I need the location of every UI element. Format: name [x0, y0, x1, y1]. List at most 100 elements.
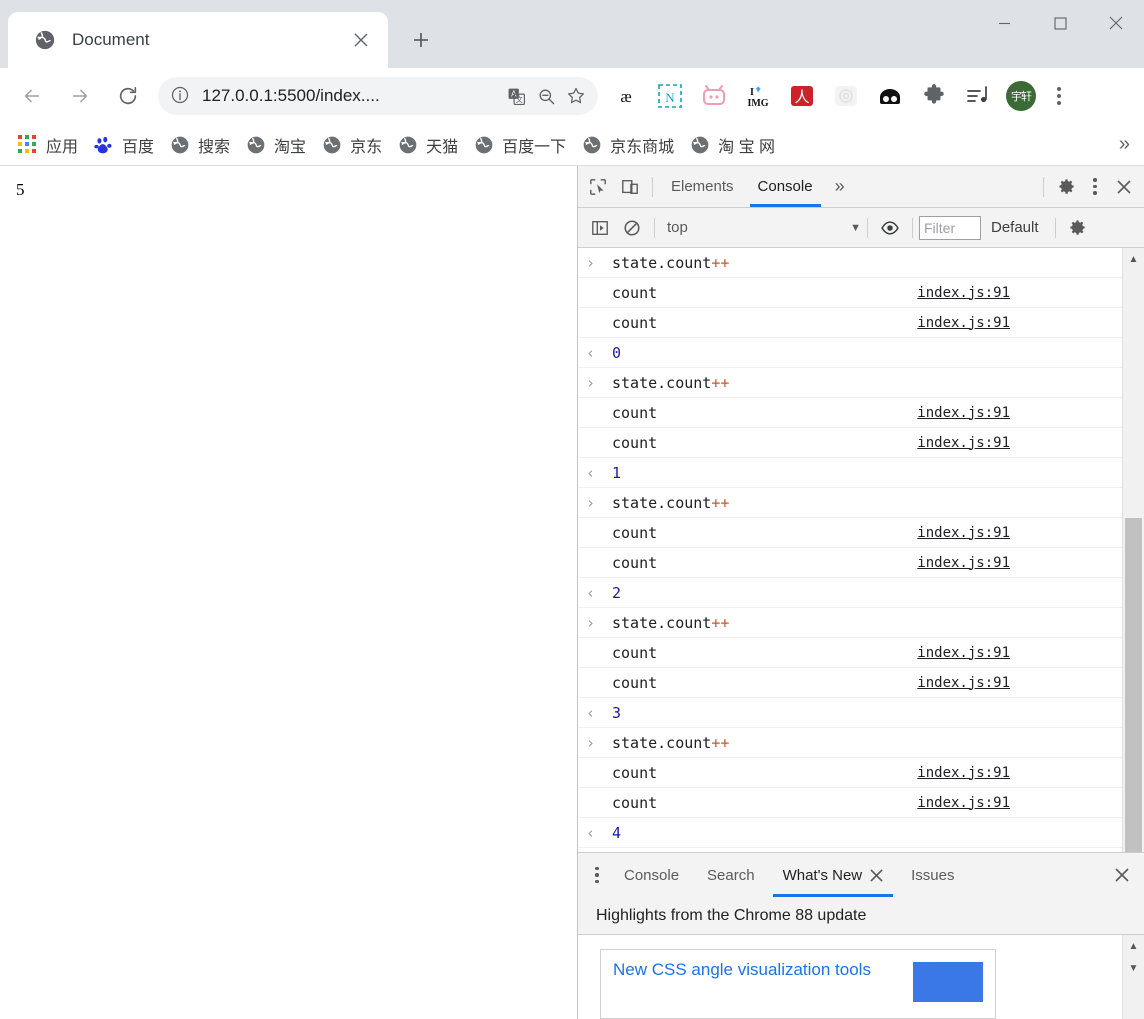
console-row-result[interactable]: ‹ 3 — [578, 698, 1122, 728]
console-row-log[interactable]: count index.js:91 — [578, 308, 1122, 338]
bookmark-item-taobao[interactable]: 淘宝 — [238, 129, 314, 161]
reload-icon[interactable] — [108, 76, 148, 116]
music-list-extension-icon[interactable] — [961, 79, 995, 113]
bookmark-item-taobao-net[interactable]: 淘 宝 网 — [682, 129, 783, 161]
bookmark-item-tmall[interactable]: 天猫 — [390, 129, 466, 161]
console-filter-input[interactable]: Filter — [919, 215, 981, 240]
console-row-log[interactable]: count index.js:91 — [578, 788, 1122, 818]
console-source-link[interactable]: index.js:91 — [917, 555, 1010, 571]
inspect-element-icon[interactable] — [582, 171, 614, 203]
bookmark-item-baidu[interactable]: 百度 — [86, 129, 162, 161]
address-bar[interactable]: 127.0.0.1:5500/index.... A 文 — [158, 77, 598, 115]
extensions-puzzle-icon[interactable] — [917, 79, 951, 113]
console-source-link[interactable]: index.js:91 — [917, 315, 1010, 331]
gear-icon[interactable] — [1062, 212, 1094, 244]
clear-console-icon[interactable] — [616, 212, 648, 244]
console-row-prompt[interactable]: › — [578, 848, 1122, 852]
console-row-log[interactable]: count index.js:91 — [578, 758, 1122, 788]
back-icon[interactable] — [12, 76, 52, 116]
console-row-input[interactable]: › state.count++ — [578, 728, 1122, 758]
drawer-scrollbar[interactable]: ▲ ▼ — [1122, 935, 1144, 1019]
console-source-link[interactable]: index.js:91 — [917, 435, 1010, 451]
console-source-link[interactable]: index.js:91 — [917, 405, 1010, 421]
console-row-result[interactable]: ‹ 0 — [578, 338, 1122, 368]
console-source-link[interactable]: index.js:91 — [917, 645, 1010, 661]
drawer-tab-console[interactable]: Console — [610, 854, 693, 897]
console-row-input[interactable]: › state.count++ — [578, 248, 1122, 278]
drawer-tab-whats-new[interactable]: What's New — [769, 854, 898, 897]
globe-icon — [582, 135, 602, 155]
gear-icon[interactable] — [1050, 171, 1082, 203]
info-icon[interactable] — [170, 85, 192, 107]
scroll-down-arrow-icon[interactable]: ▼ — [1129, 957, 1139, 979]
console-sidebar-icon[interactable] — [584, 212, 616, 244]
console-row-input[interactable]: › state.count++ — [578, 368, 1122, 398]
scroll-up-arrow-icon[interactable]: ▲ — [1129, 248, 1139, 270]
log-level-selector[interactable]: Default — [981, 219, 1049, 236]
forward-icon[interactable] — [60, 76, 100, 116]
whats-new-card[interactable]: New CSS angle visualization tools — [600, 949, 996, 1019]
vertical-dots-icon[interactable] — [1082, 171, 1108, 203]
maximize-button[interactable] — [1032, 0, 1088, 46]
bookmark-item-search[interactable]: 搜索 — [162, 129, 238, 161]
console-row-result[interactable]: ‹ 4 — [578, 818, 1122, 848]
dapp-extension-icon[interactable] — [829, 79, 863, 113]
close-icon[interactable] — [1108, 171, 1140, 203]
console-row-log[interactable]: count index.js:91 — [578, 428, 1122, 458]
ae-extension-icon[interactable]: æ — [609, 79, 643, 113]
new-tab-button[interactable] — [402, 21, 440, 59]
console-row-result[interactable]: ‹ 2 — [578, 578, 1122, 608]
tab-console[interactable]: Console — [746, 166, 825, 207]
console-row-log[interactable]: count index.js:91 — [578, 278, 1122, 308]
browser-tab[interactable]: Document — [8, 12, 388, 68]
console-row-log[interactable]: count index.js:91 — [578, 638, 1122, 668]
console-row-input[interactable]: › state.count++ — [578, 608, 1122, 638]
console-row-input[interactable]: › state.count++ — [578, 488, 1122, 518]
drawer-tab-search[interactable]: Search — [693, 854, 769, 897]
drawer-tab-issues[interactable]: Issues — [897, 854, 968, 897]
close-icon[interactable] — [1106, 859, 1138, 891]
console-row-log[interactable]: count index.js:91 — [578, 518, 1122, 548]
globe-icon — [170, 135, 190, 155]
console-source-link[interactable]: index.js:91 — [917, 765, 1010, 781]
scrollbar-thumb[interactable] — [1125, 518, 1142, 852]
dark-reader-extension-icon[interactable] — [873, 79, 907, 113]
translate-icon[interactable]: A 文 — [502, 82, 530, 110]
console-row-result[interactable]: ‹ 1 — [578, 458, 1122, 488]
close-icon[interactable] — [870, 868, 883, 882]
console-source-link[interactable]: index.js:91 — [917, 675, 1010, 691]
live-expression-icon[interactable] — [874, 212, 906, 244]
bookmark-item-jd[interactable]: 京东 — [314, 129, 390, 161]
avatar[interactable]: 宇轩 — [1006, 81, 1036, 111]
tab-close-icon[interactable] — [348, 27, 374, 53]
notion-clipper-extension-icon[interactable]: N — [653, 79, 687, 113]
minimize-button[interactable] — [976, 0, 1032, 46]
bookmark-item-baidu-yixia[interactable]: 百度一下 — [466, 129, 574, 161]
zoom-out-icon[interactable] — [532, 82, 560, 110]
scroll-up-arrow-icon[interactable]: ▲ — [1129, 935, 1139, 957]
vertical-dots-icon[interactable] — [584, 859, 610, 891]
star-icon[interactable] — [562, 82, 590, 110]
bookmarks-overflow-icon[interactable]: » — [1119, 133, 1130, 156]
tab-elements[interactable]: Elements — [659, 166, 746, 207]
close-button[interactable] — [1088, 0, 1144, 46]
divider — [1054, 217, 1056, 238]
console-row-log[interactable]: count index.js:91 — [578, 668, 1122, 698]
device-toolbar-icon[interactable] — [614, 171, 646, 203]
console-row-log[interactable]: count index.js:91 — [578, 398, 1122, 428]
execution-context-selector[interactable]: top ▼ — [661, 219, 861, 236]
adobe-acrobat-extension-icon[interactable]: 人 — [785, 79, 819, 113]
console-source-link[interactable]: index.js:91 — [917, 285, 1010, 301]
bilibili-extension-icon[interactable] — [697, 79, 731, 113]
more-panels-icon[interactable]: » — [825, 176, 855, 197]
console-scrollbar[interactable]: ▲ ▼ — [1122, 248, 1144, 852]
console-row-list[interactable]: › state.count++ count index.js:91 count index… — [578, 248, 1122, 852]
iloveimg-extension-icon[interactable]: I IMG — [741, 79, 775, 113]
console-source-link[interactable]: index.js:91 — [917, 795, 1010, 811]
console-source-link[interactable]: index.js:91 — [917, 525, 1010, 541]
bookmark-item-jd-mall[interactable]: 京东商城 — [574, 129, 682, 161]
chrome-menu-icon[interactable] — [1044, 79, 1074, 113]
console-row-log[interactable]: count index.js:91 — [578, 548, 1122, 578]
bookmark-apps[interactable]: 应用 — [10, 129, 86, 161]
svg-text:æ: æ — [620, 87, 631, 106]
